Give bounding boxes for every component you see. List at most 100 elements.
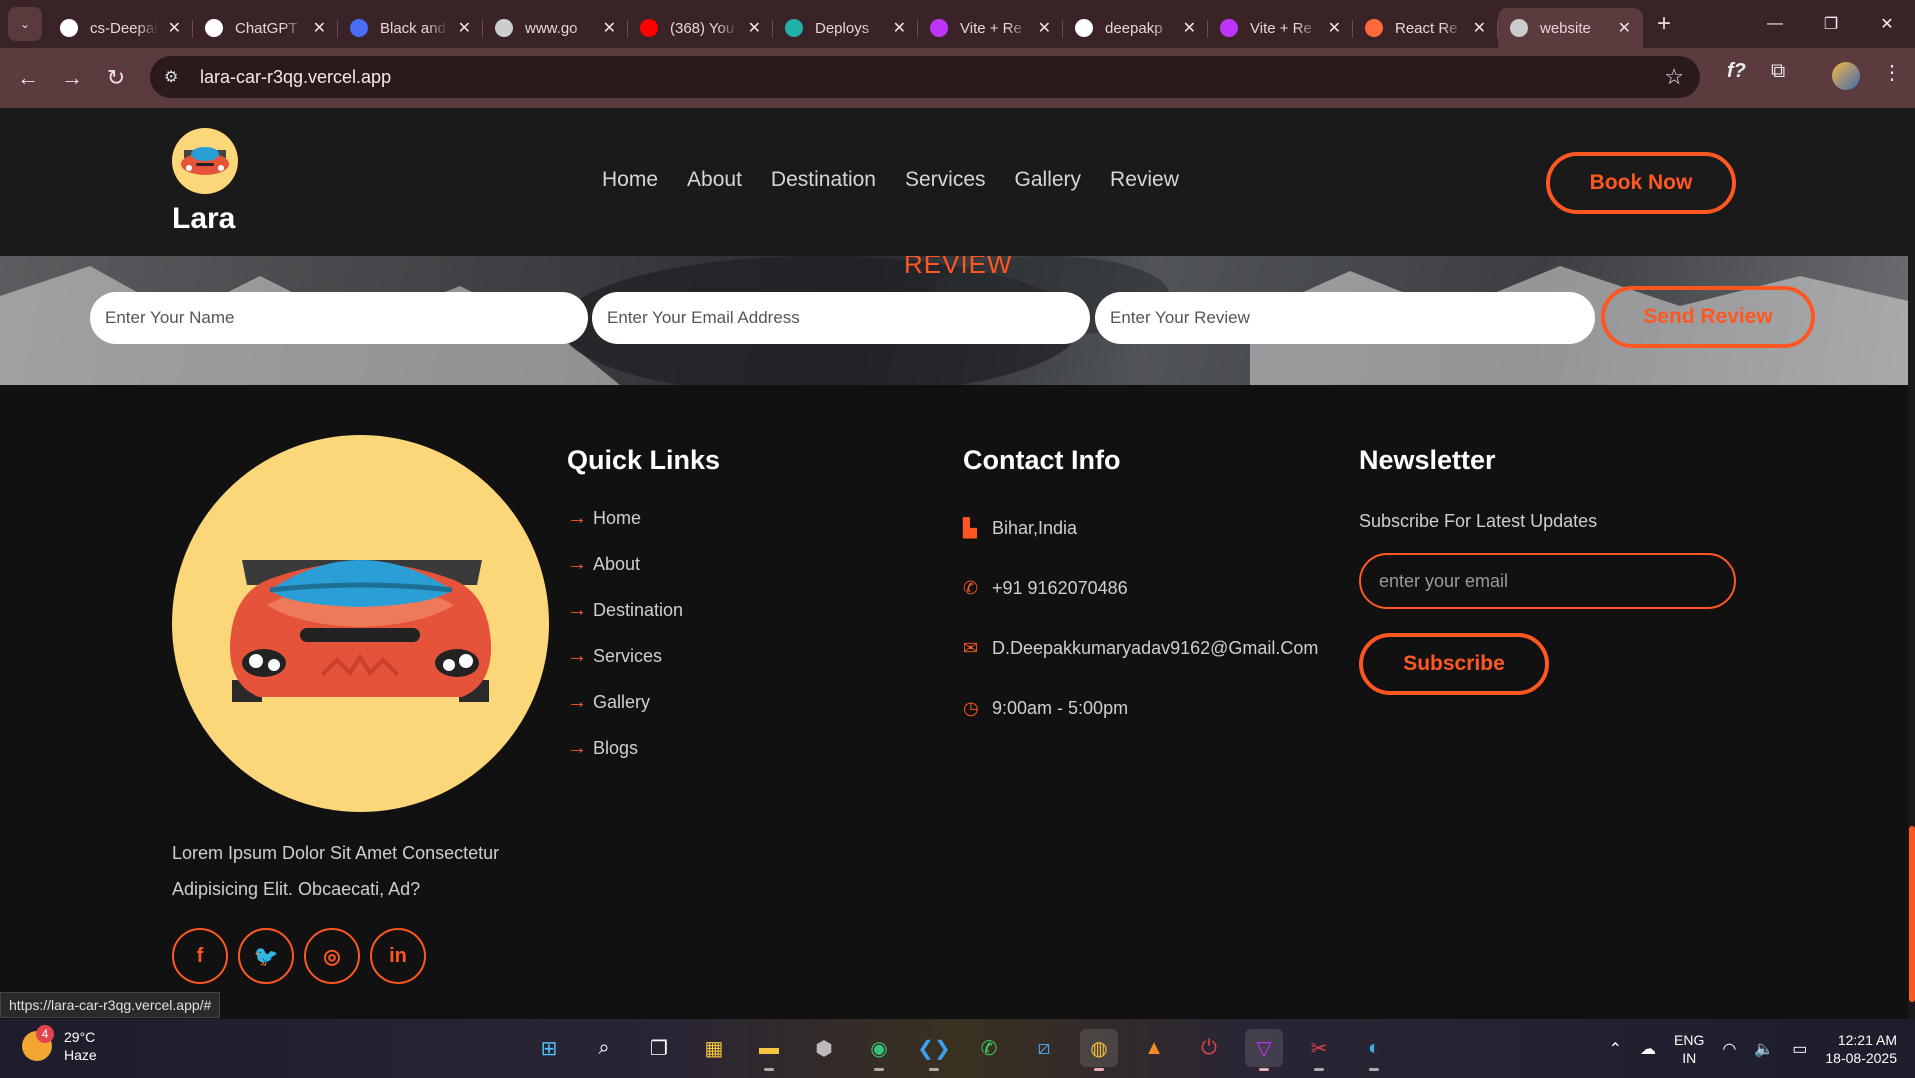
browser-tab[interactable]: cs-Deepak ✕	[48, 8, 193, 48]
address-bar[interactable]: ⚙ lara-car-r3qg.vercel.app ☆	[150, 56, 1700, 98]
edge-dev-icon[interactable]: ◉	[860, 1029, 898, 1071]
vite-app-icon[interactable]: ▽	[1245, 1029, 1283, 1071]
whatsapp-icon[interactable]: ✆	[970, 1029, 1008, 1067]
weather-temperature: 29°C	[64, 1029, 96, 1045]
edge-icon[interactable]: ◐	[1355, 1029, 1393, 1071]
nav-link-gallery[interactable]: Gallery	[1015, 168, 1082, 192]
nav-link-destination[interactable]: Destination	[771, 168, 876, 192]
nav-link-services[interactable]: Services	[905, 168, 986, 192]
book-now-button[interactable]: Book Now	[1546, 152, 1736, 214]
back-button[interactable]: ←	[6, 56, 50, 100]
render-icon	[785, 19, 803, 37]
tab-title: www.go	[525, 19, 578, 37]
browser-tab[interactable]: website ✕	[1498, 8, 1643, 48]
bookmark-star-icon[interactable]: ☆	[1664, 64, 1684, 90]
snipping-tool-icon[interactable]: ✂	[1300, 1029, 1338, 1071]
page-scrollbar-thumb[interactable]	[1909, 826, 1915, 1002]
url-text[interactable]: lara-car-r3qg.vercel.app	[200, 67, 391, 88]
quick-link-destination[interactable]: → Destination	[567, 587, 683, 633]
subscribe-button[interactable]: Subscribe	[1359, 633, 1549, 695]
vite-icon	[1220, 19, 1238, 37]
facebook-icon[interactable]: f	[172, 928, 228, 984]
site-settings-icon[interactable]: ⚙	[164, 67, 188, 87]
quick-link-home[interactable]: → Home	[567, 495, 683, 541]
close-tab-icon[interactable]: ✕	[313, 18, 326, 38]
restore-button[interactable]: ❐	[1803, 0, 1859, 48]
language-indicator[interactable]: ENG IN	[1674, 1031, 1704, 1067]
close-tab-icon[interactable]: ✕	[1183, 18, 1196, 38]
minimize-button[interactable]: —	[1747, 0, 1803, 48]
browser-tab[interactable]: (368) You ✕	[628, 8, 773, 48]
volume-icon[interactable]: 🔈	[1754, 1039, 1774, 1059]
wifi-icon[interactable]: ◠	[1722, 1039, 1736, 1059]
close-tab-icon[interactable]: ✕	[458, 18, 471, 38]
taskbar-apps: ⊞ ⌕ ❐ ▦ ▬ ⬢ ◉ ❮❯ ✆ ⧄ ◍ ▲ ⏻ ▽ ✂ ◐	[530, 1029, 1393, 1071]
browser-tab[interactable]: deepakp ✕	[1063, 8, 1208, 48]
new-tab-button[interactable]: +	[1657, 10, 1671, 38]
browser-tab[interactable]: ChatGPT ✕	[193, 8, 338, 48]
close-tab-icon[interactable]: ✕	[1038, 18, 1051, 38]
close-tab-icon[interactable]: ✕	[748, 18, 761, 38]
browser-tab[interactable]: Black and ✕	[338, 8, 483, 48]
forward-button[interactable]: →	[50, 56, 94, 100]
file-explorer-icon[interactable]: ▬	[750, 1029, 788, 1071]
arrow-right-icon: →	[567, 506, 587, 529]
browser-tab[interactable]: React Re ✕	[1353, 8, 1498, 48]
tab-title: website	[1540, 19, 1591, 37]
footer-logo-car-image	[172, 435, 549, 812]
close-window-button[interactable]: ✕	[1859, 0, 1915, 48]
close-tab-icon[interactable]: ✕	[1473, 18, 1486, 38]
weather-widget[interactable]: 4 29°C Haze	[22, 1025, 97, 1064]
contact-text: Bihar,India	[992, 517, 1078, 538]
quick-links-title: Quick Links	[567, 445, 721, 475]
reload-button[interactable]: ↻	[94, 56, 138, 100]
review-name-input[interactable]	[90, 292, 588, 344]
close-tab-icon[interactable]: ✕	[603, 18, 616, 38]
newsletter-email-input[interactable]	[1359, 553, 1736, 609]
app-power-icon[interactable]: ⏻	[1190, 1029, 1228, 1067]
close-tab-icon[interactable]: ✕	[1618, 18, 1631, 38]
battery-icon[interactable]: ▭	[1792, 1039, 1807, 1059]
task-view-icon[interactable]: ❐	[640, 1029, 678, 1067]
tab-search-button[interactable]: ⌄	[8, 7, 42, 41]
quick-link-gallery[interactable]: → Gallery	[567, 679, 683, 725]
chevron-up-icon[interactable]: ⌃	[1609, 1039, 1622, 1059]
search-icon[interactable]: ⌕	[585, 1029, 623, 1067]
close-tab-icon[interactable]: ✕	[893, 18, 906, 38]
logo-car-icon[interactable]	[172, 128, 238, 194]
onedrive-offline-icon[interactable]: ☁	[1640, 1039, 1656, 1059]
extensions-puzzle-icon[interactable]: ⧉	[1771, 60, 1785, 83]
review-text-input[interactable]	[1095, 292, 1595, 344]
footer-about-text: Lorem Ipsum Dolor Sit Amet Consectetur A…	[172, 843, 500, 899]
react-icon	[1365, 19, 1383, 37]
nav-link-about[interactable]: About	[687, 168, 742, 192]
close-tab-icon[interactable]: ✕	[168, 18, 181, 38]
fonts-extension-icon[interactable]: f?	[1727, 60, 1746, 83]
nav-link-review[interactable]: Review	[1110, 168, 1179, 192]
app-cube-icon[interactable]: ⬢	[805, 1029, 843, 1067]
quick-link-about[interactable]: → About	[567, 541, 683, 587]
quick-link-services[interactable]: → Services	[567, 633, 683, 679]
profile-avatar[interactable]	[1832, 62, 1860, 90]
instagram-icon[interactable]: ◎	[304, 928, 360, 984]
browser-tab[interactable]: www.go ✕	[483, 8, 628, 48]
brand-name[interactable]: Lara	[172, 202, 235, 236]
vscode-icon[interactable]: ❮❯	[915, 1029, 953, 1071]
close-tab-icon[interactable]: ✕	[1328, 18, 1341, 38]
chrome-icon[interactable]: ◍	[1080, 1029, 1118, 1071]
send-review-button[interactable]: Send Review	[1601, 286, 1815, 348]
browser-tab[interactable]: Vite + Re ✕	[918, 8, 1063, 48]
vlc-icon[interactable]: ▲	[1135, 1029, 1173, 1067]
quick-link-blogs[interactable]: → Blogs	[567, 725, 683, 771]
nav-link-home[interactable]: Home	[602, 168, 658, 192]
browser-tab[interactable]: Deploys ✕	[773, 8, 918, 48]
review-email-input[interactable]	[592, 292, 1090, 344]
azure-data-studio-icon[interactable]: ⧄	[1025, 1029, 1063, 1067]
microsoft-store-icon[interactable]: ▦	[695, 1029, 733, 1067]
windows-start-icon[interactable]: ⊞	[530, 1029, 568, 1067]
menu-kebab-icon[interactable]: ⋮	[1882, 60, 1902, 85]
twitter-icon[interactable]: 🐦	[238, 928, 294, 984]
system-clock[interactable]: 12:21 AM 18-08-2025	[1825, 1031, 1897, 1067]
linkedin-icon[interactable]: in	[370, 928, 426, 984]
browser-tab[interactable]: Vite + Re ✕	[1208, 8, 1353, 48]
